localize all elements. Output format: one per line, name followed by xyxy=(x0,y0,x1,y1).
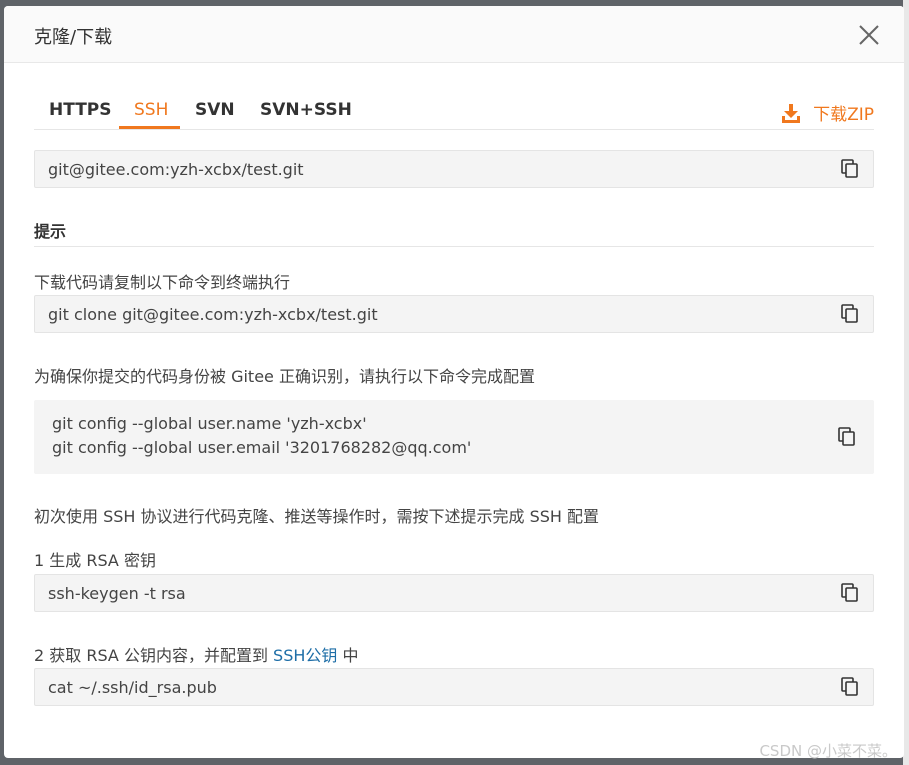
config-line-email[interactable]: git config --global user.email '32017682… xyxy=(52,438,471,457)
pubkey-command[interactable]: cat ~/.ssh/id_rsa.pub xyxy=(48,678,217,697)
copy-clone-command-button[interactable] xyxy=(827,296,873,332)
clone-instruction: 下载代码请复制以下命令到终端执行 xyxy=(34,273,291,292)
step1-label: 1 生成 RSA 密钥 xyxy=(34,551,156,570)
tab-https[interactable]: HTTPS xyxy=(49,100,112,120)
download-zip-button[interactable]: 下载ZIP xyxy=(781,100,874,125)
tips-heading: 提示 xyxy=(34,222,67,241)
copy-pubkey-command-button[interactable] xyxy=(827,669,873,705)
copy-config-command-button[interactable] xyxy=(824,400,870,474)
copy-icon xyxy=(838,427,855,446)
csdn-watermark: CSDN @小菜不菜。 xyxy=(759,742,897,760)
pubkey-command-box: cat ~/.ssh/id_rsa.pub xyxy=(34,668,874,706)
download-icon xyxy=(782,103,801,123)
ssh-setup-instruction: 初次使用 SSH 协议进行代码克隆、推送等操作时，需按下述提示完成 SSH 配置 xyxy=(34,507,600,526)
config-line-name[interactable]: git config --global user.name 'yzh-xcbx' xyxy=(52,414,367,433)
config-instruction: 为确保你提交的代码身份被 Gitee 正确识别，请执行以下命令完成配置 xyxy=(34,367,535,386)
copy-ssh-url-button[interactable] xyxy=(827,151,873,187)
step2-prefix: 2 获取 RSA 公钥内容，并配置到 xyxy=(34,646,274,665)
tab-svn-ssh[interactable]: SVN+SSH xyxy=(260,100,352,120)
clone-download-dialog: 克隆/下载 HTTPS SSH SVN SVN+SSH 下载ZIP git@gi… xyxy=(4,6,904,758)
ssh-url-box: git@gitee.com:yzh-xcbx/test.git xyxy=(34,150,874,188)
ssh-url[interactable]: git@gitee.com:yzh-xcbx/test.git xyxy=(48,160,304,179)
copy-icon xyxy=(841,583,858,602)
dialog-header: 克隆/下载 xyxy=(4,6,904,63)
active-tab-indicator xyxy=(119,126,180,129)
tab-svn[interactable]: SVN xyxy=(195,100,235,120)
copy-icon xyxy=(841,304,858,323)
clone-command[interactable]: git clone git@gitee.com:yzh-xcbx/test.gi… xyxy=(48,305,378,324)
copy-icon xyxy=(841,677,858,696)
keygen-command-box: ssh-keygen -t rsa xyxy=(34,574,874,612)
step2-label: 2 获取 RSA 公钥内容，并配置到 SSH公钥 中 xyxy=(34,642,359,666)
tab-ssh[interactable]: SSH xyxy=(134,100,168,120)
tips-divider xyxy=(34,246,874,247)
copy-icon xyxy=(841,159,858,178)
clone-command-box: git clone git@gitee.com:yzh-xcbx/test.gi… xyxy=(34,295,874,333)
dialog-body: HTTPS SSH SVN SVN+SSH 下载ZIP git@gitee.co… xyxy=(34,62,874,706)
protocol-tabs: HTTPS SSH SVN SVN+SSH 下载ZIP xyxy=(34,62,874,130)
ssh-key-link[interactable]: SSH公钥 xyxy=(273,646,337,665)
copy-keygen-command-button[interactable] xyxy=(827,575,873,611)
close-icon[interactable] xyxy=(856,22,882,48)
step2-suffix: 中 xyxy=(337,646,359,665)
config-command-box: git config --global user.name 'yzh-xcbx'… xyxy=(34,400,874,474)
dialog-title: 克隆/下载 xyxy=(34,27,113,48)
download-zip-label: 下载ZIP xyxy=(813,105,874,125)
keygen-command[interactable]: ssh-keygen -t rsa xyxy=(48,584,186,603)
